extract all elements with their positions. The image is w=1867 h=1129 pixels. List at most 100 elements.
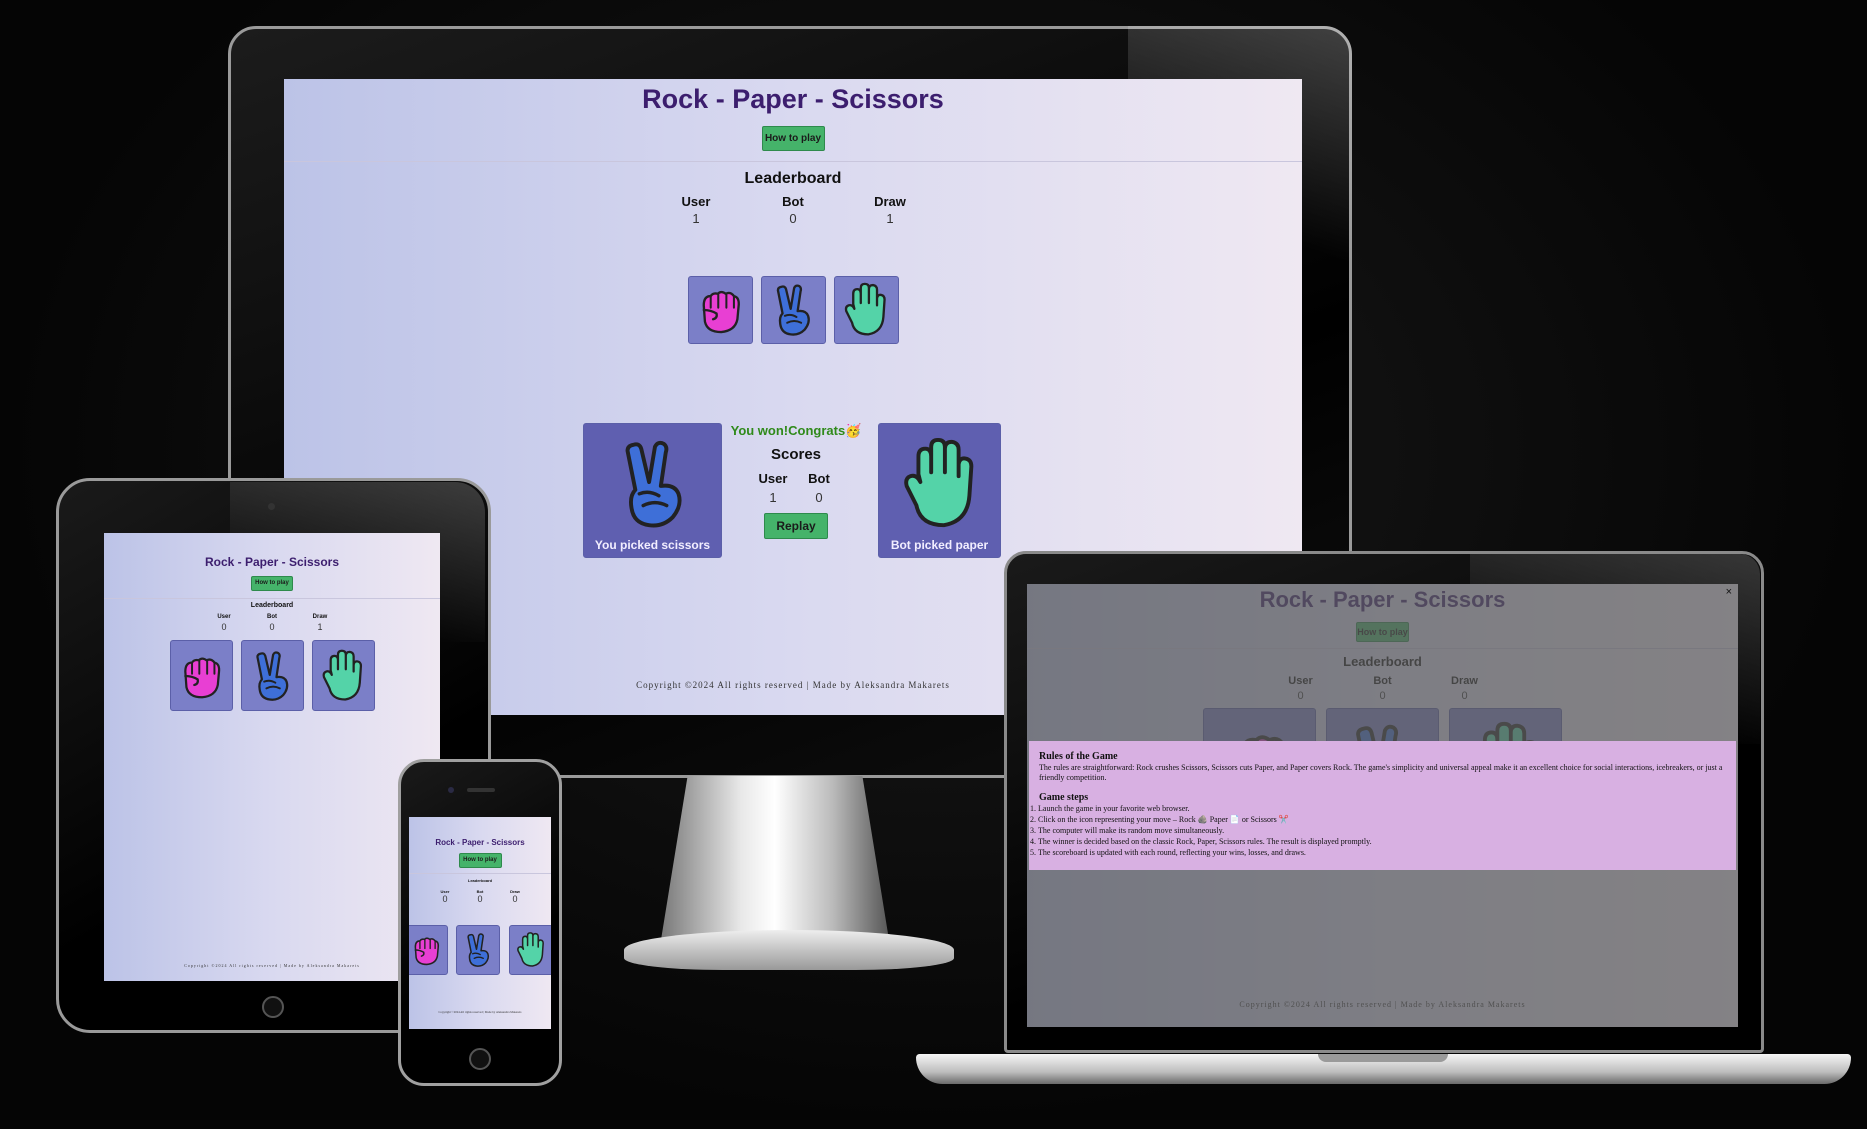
steps-list: Launch the game in your favorite web bro… (1030, 803, 1726, 858)
leaderboard-draw: Draw 1 (308, 614, 332, 632)
scores-user-header: User (758, 471, 788, 486)
how-to-play-button[interactable]: How to play (761, 126, 825, 151)
leaderboard-bot-header: Bot (267, 614, 277, 620)
rock-icon (691, 281, 749, 339)
leaderboard-title: Leaderboard (467, 878, 493, 883)
choice-row (284, 276, 1302, 344)
leaderboard-user-value: 0 (221, 622, 227, 632)
leaderboard-user-header: User (217, 614, 231, 620)
leaderboard-draw-header: Draw (312, 614, 328, 620)
paper-icon (512, 930, 550, 970)
how-to-play-button[interactable]: How to play (458, 853, 502, 868)
footer-copyright: Copyright ©2024 All rights reserved | Ma… (438, 1010, 522, 1014)
leaderboard-table: User 0 Bot 0 Draw 0 (409, 889, 551, 904)
tablet-screen: Rock - Paper - Scissors How to play Lead… (104, 533, 440, 981)
leaderboard-draw-value: 1 (317, 622, 323, 632)
leaderboard-table: User 1 Bot 0 Draw 1 (284, 194, 1302, 226)
user-pick-card: You picked scissors (583, 423, 722, 558)
phone-home-button[interactable] (469, 1048, 491, 1070)
party-face-icon: 🥳 (845, 423, 862, 438)
scissors-choice[interactable] (456, 925, 500, 975)
leaderboard-bot: Bot 0 (260, 614, 284, 632)
scissors-icon (764, 281, 822, 339)
paper-choice[interactable] (509, 925, 551, 975)
leaderboard-bot: Bot 0 (770, 194, 817, 226)
leaderboard-user: User 0 (435, 889, 455, 904)
how-to-play-button[interactable]: How to play (251, 576, 293, 591)
scores-table: User 1 Bot 0 (726, 471, 866, 505)
modal-close-button[interactable]: × (1726, 586, 1732, 598)
step-item: The computer will make its random move s… (1030, 825, 1726, 836)
choice-row (409, 925, 551, 977)
scores-user-value: 1 (769, 490, 777, 505)
scores-title: Scores (770, 446, 822, 463)
rock-icon (409, 930, 445, 970)
rock-icon (173, 647, 229, 705)
leaderboard-bot-value: 0 (477, 894, 483, 904)
page-title: Rock - Paper - Scissors (435, 838, 525, 847)
scissors-icon (244, 647, 300, 705)
leaderboard-bot: Bot 0 (470, 889, 490, 904)
bot-pick-card: Bot picked paper (878, 423, 1001, 558)
leaderboard-draw: Draw 1 (867, 194, 914, 226)
rules-text: The rules are straightforward: Rock crus… (1039, 763, 1723, 782)
rules-modal: Rules of the Game The rules are straight… (1029, 741, 1736, 870)
leaderboard-user: User 0 (212, 614, 236, 632)
leaderboard-draw: Draw 0 (505, 889, 525, 904)
scores-bot-header: Bot (808, 471, 830, 486)
leaderboard-user: User 1 (673, 194, 720, 226)
user-pick-label: You picked scissors (594, 537, 711, 552)
paper-choice[interactable] (833, 276, 899, 344)
rock-choice[interactable] (169, 640, 233, 711)
result-message-text: You won!Congrats (730, 423, 846, 438)
step-item: The scoreboard is updated with each roun… (1030, 847, 1726, 858)
tablet-home-button[interactable] (262, 996, 284, 1018)
scissors-choice[interactable] (240, 640, 304, 711)
paper-icon (837, 281, 895, 339)
header-divider (409, 873, 551, 874)
choice-row (104, 640, 440, 711)
tablet-camera (268, 503, 275, 510)
leaderboard-draw-header: Draw (874, 194, 906, 209)
paper-icon (891, 430, 989, 538)
paper-icon (315, 647, 371, 705)
result-area: You picked scissors You won!Congrats🥳 Sc… (583, 423, 1003, 559)
monitor-stand (660, 776, 890, 946)
leaderboard-title: Leaderboard (744, 170, 842, 187)
scores-bot-value: 0 (815, 490, 823, 505)
scores-user: User 1 (756, 471, 790, 505)
phone-speaker (467, 788, 495, 792)
replay-button[interactable]: Replay (764, 513, 828, 539)
rules-title: Rules of the Game (1039, 751, 1118, 762)
rock-choice[interactable] (409, 925, 448, 975)
scissors-icon (459, 930, 497, 970)
phone-camera (448, 787, 454, 793)
steps-title: Game steps (1039, 792, 1089, 803)
rock-choice[interactable] (687, 276, 753, 344)
scissors-icon (604, 430, 702, 538)
leaderboard-title: Leaderboard (250, 602, 294, 609)
phone-screen: Rock - Paper - Scissors How to play Lead… (409, 817, 551, 1029)
leaderboard-bot-header: Bot (782, 194, 804, 209)
scissors-choice[interactable] (760, 276, 826, 344)
leaderboard-user-header: User (681, 194, 711, 209)
scores-bot: Bot 0 (802, 471, 836, 505)
paper-choice[interactable] (311, 640, 375, 711)
leaderboard-user-value: 1 (692, 211, 700, 226)
step-item: Launch the game in your favorite web bro… (1030, 803, 1726, 814)
leaderboard-bot-value: 0 (789, 211, 797, 226)
step-item: Click on the icon representing your move… (1030, 814, 1726, 825)
leaderboard-bot-value: 0 (269, 622, 275, 632)
leaderboard-user-value: 0 (442, 894, 448, 904)
result-center: You won!Congrats🥳 Scores User 1 Bot 0 Re… (726, 423, 866, 539)
leaderboard-draw-value: 1 (886, 211, 894, 226)
footer-copyright: Copyright ©2024 All rights reserved | Ma… (184, 963, 360, 968)
leaderboard-table: User 0 Bot 0 Draw 1 (104, 614, 440, 632)
header-divider (284, 161, 1302, 162)
result-message: You won!Congrats🥳 (726, 423, 866, 439)
laptop-screen: Rock - Paper - Scissors How to play Lead… (1027, 584, 1738, 1027)
laptop-notch (1318, 1054, 1448, 1062)
bot-pick-label: Bot picked paper (890, 537, 989, 552)
leaderboard-draw-value: 0 (512, 894, 518, 904)
header-divider (104, 598, 440, 599)
